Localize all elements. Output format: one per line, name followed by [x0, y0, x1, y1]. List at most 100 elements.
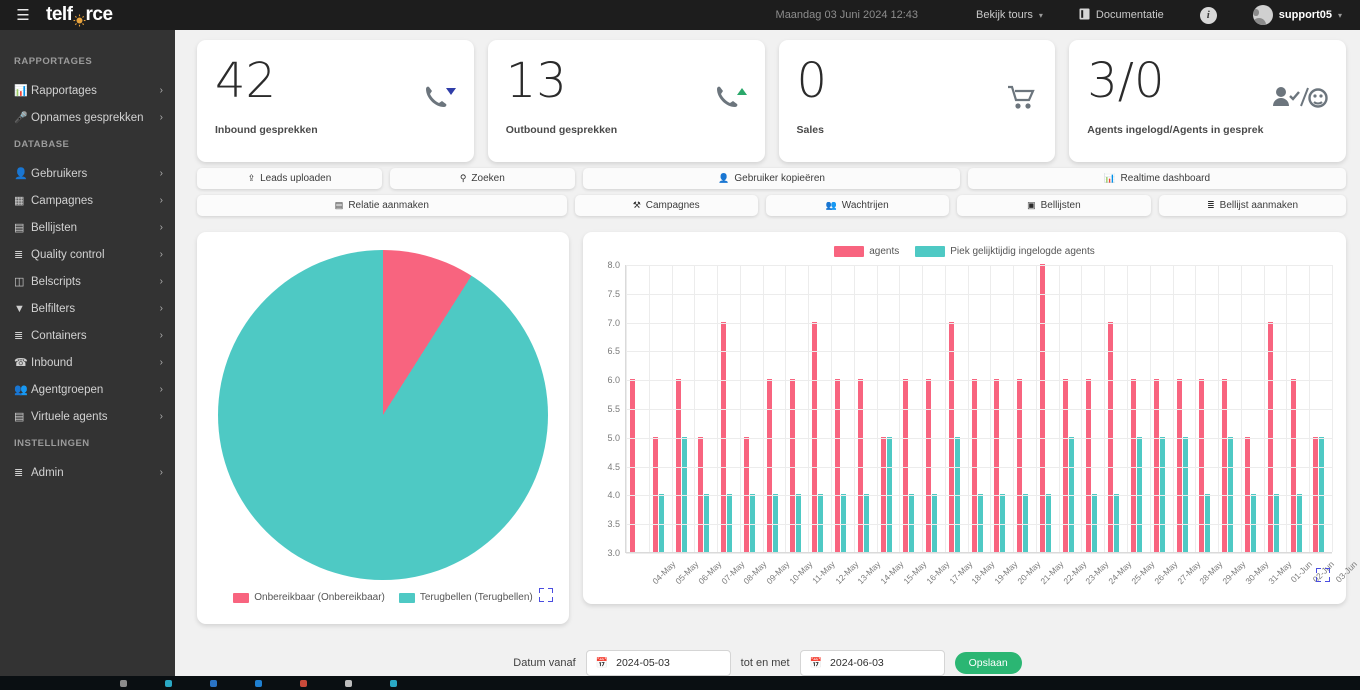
sidebar-item-campagnes[interactable]: ▦ Campagnes › [0, 187, 175, 214]
pie-chart[interactable] [218, 250, 548, 580]
bar-group[interactable] [766, 379, 783, 552]
bar[interactable] [1131, 379, 1137, 552]
action-button-relatie-aanmaken[interactable]: ▤ Relatie aanmaken [197, 195, 567, 216]
bar[interactable] [1062, 379, 1068, 552]
bar[interactable] [1085, 379, 1091, 552]
taskbar-item[interactable] [255, 679, 262, 687]
bar[interactable] [1108, 321, 1114, 552]
bar[interactable] [1290, 379, 1296, 552]
chevron-right-icon: › [159, 168, 163, 179]
bar-group[interactable] [1108, 321, 1124, 552]
bar-group[interactable] [926, 379, 942, 552]
documentation-link[interactable]: Documentatie [1061, 0, 1182, 30]
bar-group[interactable] [971, 379, 988, 552]
sidebar-item-rapportages[interactable]: 📊 Rapportages › [0, 77, 175, 104]
bar-group[interactable] [1062, 379, 1079, 552]
bar[interactable] [971, 379, 977, 552]
bar-legend-item[interactable]: agents [834, 246, 899, 257]
bar-group[interactable] [994, 379, 1010, 552]
taskbar-item[interactable] [210, 679, 217, 687]
bar[interactable] [948, 321, 954, 552]
bar-group[interactable] [721, 321, 737, 552]
bar[interactable] [812, 321, 818, 552]
grid-line [694, 265, 696, 552]
bar-group[interactable] [812, 321, 828, 552]
action-button-realtime-dashboard[interactable]: 📊 Realtime dashboard [968, 168, 1346, 189]
bar-group[interactable] [1176, 379, 1193, 552]
sidebar-item-gebruikers[interactable]: 👤 Gebruikers › [0, 160, 175, 187]
user-menu[interactable]: support05 ▾ [1235, 0, 1360, 30]
bar[interactable] [1153, 379, 1159, 552]
bar[interactable] [926, 379, 932, 552]
bar-group[interactable] [1267, 321, 1284, 552]
taskbar-item[interactable] [165, 679, 172, 687]
pie-legend-item[interactable]: Terugbellen (Terugbellen) [398, 592, 533, 603]
bar[interactable] [789, 379, 795, 552]
sidebar-item-containers[interactable]: ≣ Containers › [0, 322, 175, 349]
taskbar-item[interactable] [390, 679, 397, 687]
save-button[interactable]: Opslaan [954, 652, 1022, 674]
sidebar-item-opnames-gesprekken[interactable]: 🎤 Opnames gesprekken › [0, 104, 175, 131]
bar-group[interactable] [835, 379, 851, 552]
bar[interactable] [1267, 321, 1273, 552]
bar[interactable] [835, 379, 841, 552]
action-button-bellijst-aanmaken[interactable]: ≣ Bellijst aanmaken [1159, 195, 1346, 216]
info-button[interactable]: i [1182, 0, 1235, 30]
bar[interactable] [1176, 379, 1182, 552]
sidebar-item-inbound[interactable]: ☎ Inbound › [0, 349, 175, 376]
taskbar-item[interactable] [300, 679, 307, 687]
hamburger-menu-icon[interactable]: ☰ [0, 0, 46, 30]
bar-group[interactable] [1017, 379, 1033, 552]
sidebar-item-agentgroepen[interactable]: 👥 Agentgroepen › [0, 376, 175, 403]
bar[interactable] [1199, 379, 1205, 552]
sidebar-item-virtuele-agents[interactable]: ▤ Virtuele agents › [0, 403, 175, 430]
bar-group[interactable] [1131, 379, 1147, 552]
taskbar-item[interactable] [120, 679, 127, 687]
view-tours-menu[interactable]: Bekijk tours ▾ [958, 0, 1061, 30]
bar-group[interactable] [789, 379, 806, 552]
sidebar-item-belfilters[interactable]: ▼ Belfilters › [0, 295, 175, 322]
date-from-input[interactable]: 📅 2024-05-03 [585, 650, 731, 676]
bar-group[interactable] [1222, 379, 1238, 552]
bar[interactable] [1017, 379, 1023, 552]
bar[interactable] [1040, 264, 1046, 552]
bar[interactable] [675, 379, 681, 552]
expand-bar-chart-icon[interactable] [1316, 568, 1330, 582]
bar[interactable] [1222, 379, 1228, 552]
bar-group[interactable] [630, 379, 646, 552]
bar-group[interactable] [1153, 379, 1170, 552]
bar-group[interactable] [1199, 379, 1215, 552]
bar-group[interactable] [948, 321, 965, 552]
date-to-input[interactable]: 📅 2024-06-03 [799, 650, 945, 676]
bar[interactable] [857, 379, 863, 552]
bar[interactable] [766, 379, 772, 552]
bar[interactable] [630, 379, 636, 552]
bar-group[interactable] [903, 379, 919, 552]
bar[interactable] [721, 321, 727, 552]
bar-group[interactable] [1290, 379, 1307, 552]
sidebar-item-admin[interactable]: ≣ Admin › [0, 459, 175, 486]
sidebar-item-quality-control[interactable]: ≣ Quality control › [0, 241, 175, 268]
action-button-campagnes[interactable]: ⚒ Campagnes [574, 195, 758, 216]
bar-group[interactable] [1040, 264, 1056, 552]
action-button-zoeken[interactable]: ⚲ Zoeken [389, 168, 575, 189]
bar[interactable] [903, 379, 909, 552]
bar-group[interactable] [857, 379, 874, 552]
quick-actions: ⇪ Leads uploaden ⚲ Zoeken 👤 Gebruiker kopieër… [175, 162, 1360, 216]
action-button-bellijsten[interactable]: ▣ Bellijsten [956, 195, 1152, 216]
upload-icon: ⇪ [247, 173, 256, 183]
action-button-leads-uploaden[interactable]: ⇪ Leads uploaden [197, 168, 382, 189]
pie-chart-area [197, 232, 569, 580]
action-button-gebruiker-kopie-ren[interactable]: 👤 Gebruiker kopieëren [582, 168, 961, 189]
sidebar-item-belscripts[interactable]: ◫ Belscripts › [0, 268, 175, 295]
bar-group[interactable] [1085, 379, 1102, 552]
taskbar-item[interactable] [345, 679, 352, 687]
action-button-wachtrijen[interactable]: 👥 Wachtrijen [765, 195, 949, 216]
kpi-label: Inbound gesprekken [215, 124, 318, 136]
bar-group[interactable] [675, 379, 692, 552]
expand-pie-chart-icon[interactable] [539, 588, 553, 602]
pie-legend-item[interactable]: Onbereikbaar (Onbereikbaar) [233, 592, 385, 603]
bar[interactable] [994, 379, 1000, 552]
bar-legend-item[interactable]: Piek gelijktijdig ingelogde agents [915, 246, 1095, 257]
sidebar-item-bellijsten[interactable]: ▤ Bellijsten › [0, 214, 175, 241]
